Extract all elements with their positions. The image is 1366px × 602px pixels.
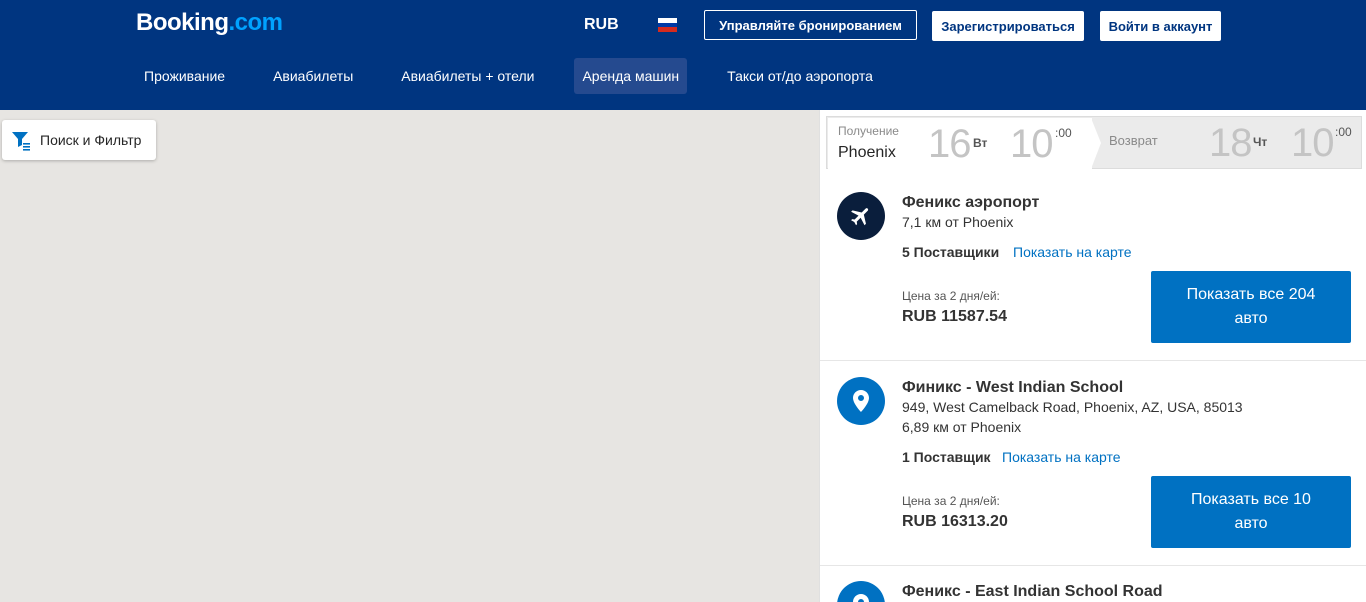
price-label: Цена за 2 дня/ей: bbox=[902, 494, 1000, 508]
supplier-count: 5 Поставщики bbox=[902, 244, 1000, 260]
price-value: RUB 11587.54 bbox=[902, 308, 1007, 325]
pickup-minutes: :00 bbox=[1055, 126, 1072, 140]
pickup-label: Получение bbox=[838, 124, 899, 138]
pickup-section[interactable]: Получение Phoenix 16 Вт 10 :00 bbox=[828, 118, 1092, 169]
price-label: Цена за 2 дня/ей: bbox=[902, 289, 1000, 303]
top-header: Booking.com RUB Управляйте бронированием… bbox=[0, 0, 1366, 110]
location-title[interactable]: Финикс - West Indian School bbox=[902, 379, 1123, 397]
show-on-map-link[interactable]: Показать на карте bbox=[1002, 449, 1121, 465]
location-card: Феникс аэропорт 7,1 км от Phoenix 5 Пост… bbox=[820, 176, 1366, 361]
pickup-hour: 10 bbox=[1010, 122, 1053, 166]
nav-item-flight-hotel[interactable]: Авиабилеты + отели bbox=[393, 58, 542, 94]
location-pin-icon bbox=[837, 581, 885, 602]
pickup-day: 16 bbox=[928, 122, 971, 166]
nav-item-airport-taxi[interactable]: Такси от/до аэропорта bbox=[719, 58, 881, 94]
logo-dotcom: .com bbox=[228, 9, 284, 36]
nav-item-car-rental[interactable]: Аренда машин bbox=[574, 58, 688, 94]
location-distance: 7,1 км от Phoenix bbox=[902, 214, 1014, 230]
location-title[interactable]: Феникс - East Indian School Road bbox=[902, 583, 1163, 601]
return-minutes: :00 bbox=[1335, 125, 1352, 139]
return-label: Возврат bbox=[1109, 133, 1158, 148]
main-nav: Проживание Авиабилеты Авиабилеты + отели… bbox=[136, 58, 913, 94]
login-button[interactable]: Войти в аккаунт bbox=[1100, 11, 1221, 41]
airplane-icon bbox=[837, 192, 885, 240]
register-button[interactable]: Зарегистрироваться bbox=[932, 11, 1084, 41]
booking-logo[interactable]: Booking.com bbox=[136, 9, 283, 37]
location-distance: 6,89 км от Phoenix bbox=[902, 419, 1022, 435]
results-panel: Получение Phoenix 16 Вт 10 :00 Возврат 1… bbox=[819, 110, 1366, 602]
chevron-right-icon bbox=[1091, 118, 1101, 169]
filter-icon bbox=[12, 132, 30, 151]
map-area[interactable]: Поиск и Фильтр bbox=[0, 110, 819, 602]
manage-booking-button[interactable]: Управляйте бронированием bbox=[704, 10, 917, 40]
price-value: RUB 16313.20 bbox=[902, 513, 1008, 530]
show-all-cars-button[interactable]: Показать все 204 авто bbox=[1151, 271, 1351, 343]
currency-selector[interactable]: RUB bbox=[584, 16, 619, 34]
date-search-bar[interactable]: Получение Phoenix 16 Вт 10 :00 Возврат 1… bbox=[826, 116, 1362, 169]
location-card: Феникс - East Indian School Road bbox=[820, 566, 1366, 602]
show-on-map-link[interactable]: Показать на карте bbox=[1013, 244, 1132, 260]
pickup-city: Phoenix bbox=[838, 144, 896, 161]
location-card: Финикс - West Indian School 949, West Ca… bbox=[820, 361, 1366, 566]
supplier-count: 1 Поставщик bbox=[902, 449, 991, 465]
nav-item-stays[interactable]: Проживание bbox=[136, 58, 233, 94]
pickup-dow: Вт bbox=[973, 136, 988, 150]
logo-main: Booking bbox=[136, 9, 229, 36]
return-dow: Чт bbox=[1253, 135, 1268, 149]
location-title[interactable]: Феникс аэропорт bbox=[902, 194, 1039, 212]
return-hour: 10 bbox=[1291, 121, 1334, 165]
location-pin-icon bbox=[837, 377, 885, 425]
show-all-cars-button[interactable]: Показать все 10 авто bbox=[1151, 476, 1351, 548]
location-address: 949, West Camelback Road, Phoenix, AZ, U… bbox=[902, 399, 1243, 415]
russia-flag-icon[interactable] bbox=[658, 18, 677, 33]
search-filter-button[interactable]: Поиск и Фильтр bbox=[2, 120, 156, 160]
nav-item-flights[interactable]: Авиабилеты bbox=[265, 58, 361, 94]
filter-label: Поиск и Фильтр bbox=[40, 132, 142, 148]
return-day: 18 bbox=[1209, 121, 1252, 165]
